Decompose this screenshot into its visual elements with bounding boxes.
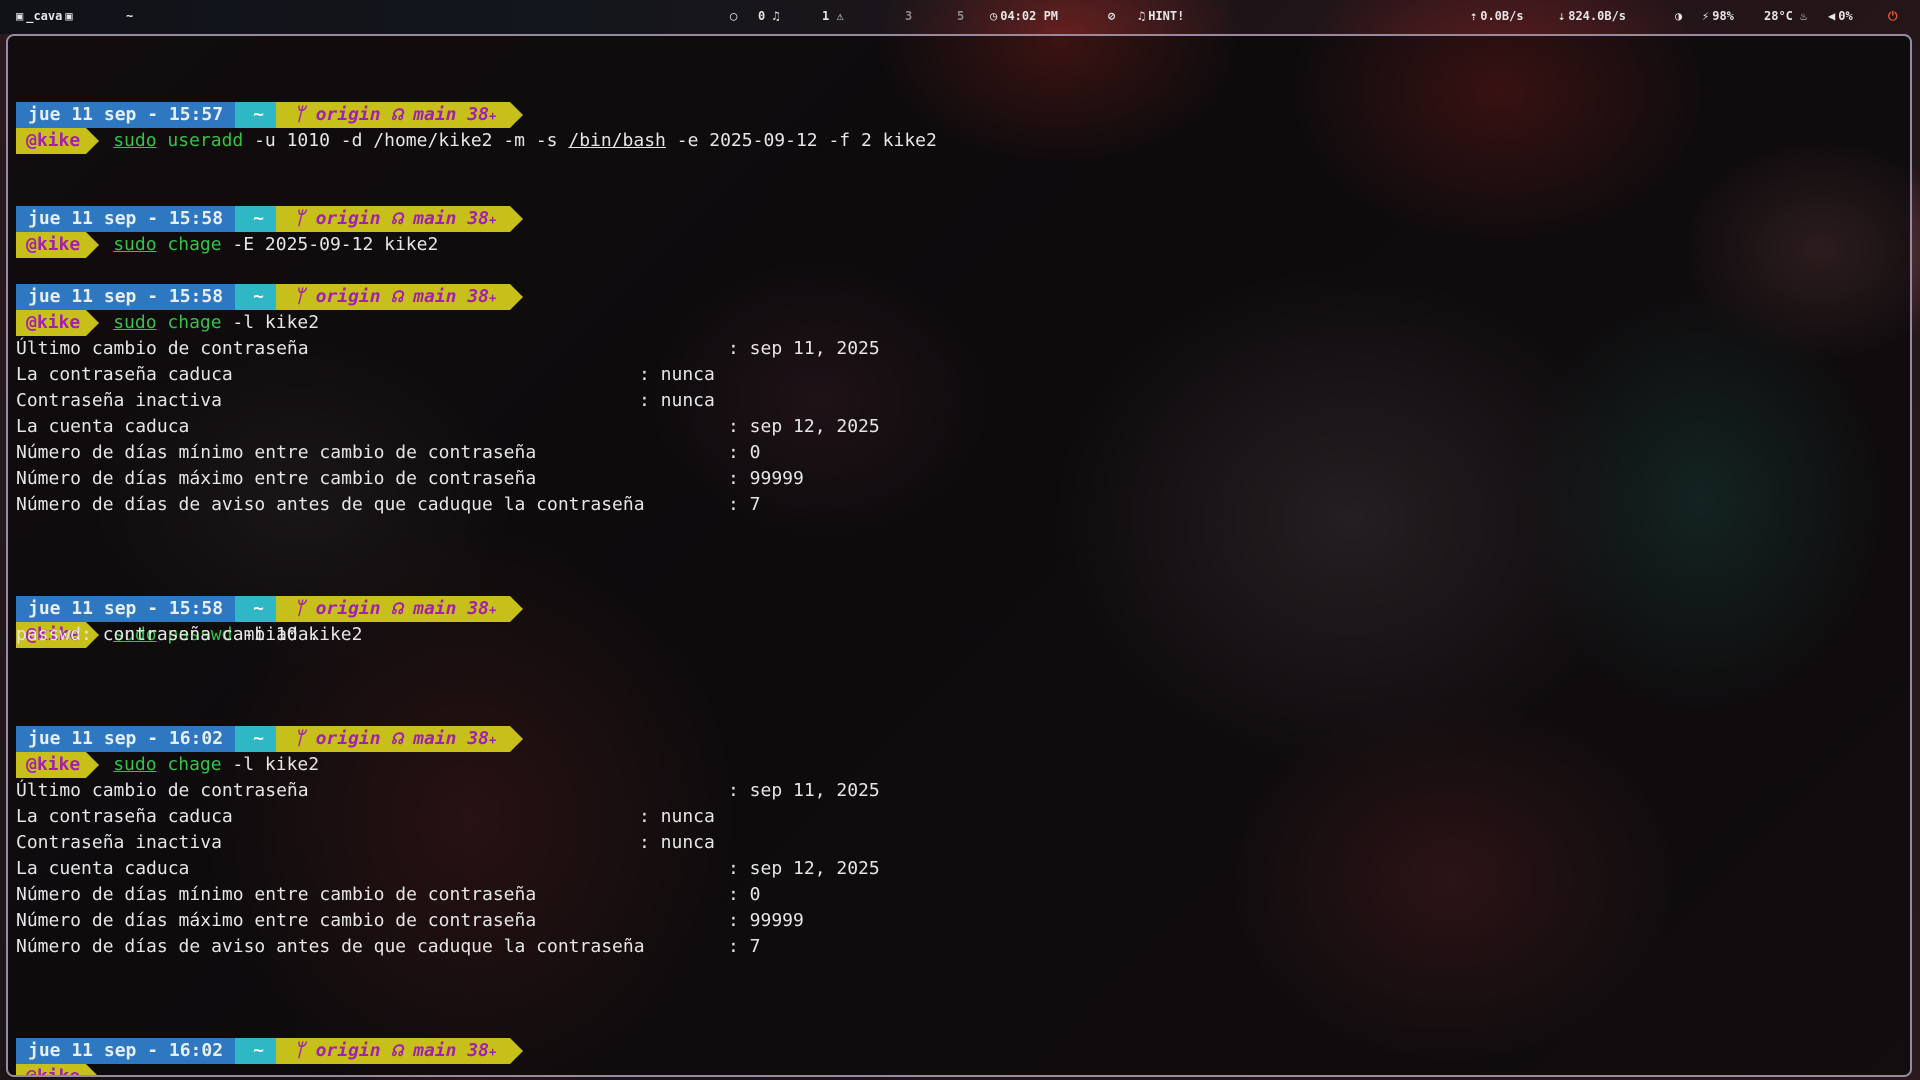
window-icon: ▣ [16,9,24,23]
prompt-user: @kike [16,1064,87,1075]
output-line: Contraseña inactiva: nunca [16,390,715,411]
clock[interactable]: ◷ 04:02 PM [990,9,1058,23]
output-line: Último cambio de contraseña: sep 11, 202… [16,780,880,801]
workspace-3[interactable]: 3 [905,9,912,23]
lightning-icon: ⚡ [1702,9,1710,23]
output-line: Número de días mínimo entre cambio de co… [16,884,761,905]
terminal-window[interactable]: jue 11 sep - 15:57 ~ ᛘ origin ☊ main 38+… [6,34,1912,1077]
output-line: Número de días mínimo entre cambio de co… [16,442,761,463]
flame-icon: ♨ [1800,9,1808,23]
output-line: Número de días de aviso antes de que cad… [16,936,761,957]
command-line: @kike sudo chage -l kike2 [16,700,319,778]
github-icon: ☊ [391,598,403,619]
workspace-5[interactable]: 5 [957,9,964,23]
current-directory: ~ [126,9,134,23]
volume-indicator[interactable]: ◀ 0% [1828,9,1853,23]
drop-icon: ◯ [730,9,738,23]
bell-icon: ♫ [772,9,780,23]
git-branch-icon: ᛘ [293,1040,305,1061]
command-line: @kike sudo chage -E 2025-09-12 kike2 [16,180,438,258]
prompt-line: jue 11 sep - 16:02 ~ ᛘ origin ☊ main 38+ [16,674,524,752]
status-bar: ▣ _cava ▣ ~ ◯ 0 ♫ 1 ⚠ 3 5 ◷ 04:02 PM ⊘ ♫ HIN… [0,0,1920,34]
passwd-output: passwd: contraseña cambiada. [16,624,320,645]
bell-icon: ♫ [1138,9,1146,23]
prompt-line: jue 11 sep - 15:58 ~ ᛘ origin ☊ main 38+ [16,544,524,622]
eye-off-icon[interactable]: ⊘ [1108,9,1115,23]
prompt-line: jue 11 sep - 15:58 ~ ᛘ origin ☊ main 38+ [16,232,524,310]
window-icon: ▣ [65,9,73,23]
output-line: Contraseña inactiva: nunca [16,832,715,853]
github-icon: ☊ [391,1040,403,1061]
output-line: Último cambio de contraseña: sep 11, 202… [16,338,880,359]
active-window[interactable]: ▣ _cava ▣ [16,9,76,23]
upload-icon: ⇡ [1470,9,1478,23]
prompt-line: jue 11 sep - 15:58 ~ ᛘ origin ☊ main 38+ [16,154,524,232]
command-line: @kike sudo useradd -u 1010 -d /home/kike2… [16,76,937,154]
network-upload: ⇡ 0.0B/s [1470,9,1524,23]
speaker-icon: ◀ [1828,9,1836,23]
warning-icon: ⚠ [836,9,844,23]
prompt-line: jue 11 sep - 16:02 ~ ᛘ origin ☊ main 38+ [16,986,524,1064]
prompt-directory: ~ [235,1038,276,1064]
workspace-0[interactable]: 0 ♫ [758,9,780,23]
github-icon: ☊ [391,728,403,749]
prompt-user: @kike [16,752,87,778]
battery-indicator: ⚡ 98% [1702,9,1734,23]
github-icon: ☊ [391,286,403,307]
brightness-icon[interactable]: ◑ [1675,9,1682,23]
clock-icon: ◷ [990,9,998,23]
command-line[interactable]: @kike [16,1012,100,1075]
prompt-user: @kike [16,310,87,336]
output-line: La contraseña caduca: nunca [16,806,715,827]
output-line: La contraseña caduca: nunca [16,364,715,385]
command-line: @kike sudo passwd -i 10 kike2 [16,570,362,648]
network-download: ⇣ 824.0B/s [1558,9,1627,23]
prompt-line: jue 11 sep - 15:57 ~ ᛘ origin ☊ main 38+ [16,50,524,128]
temperature-indicator: 28°C ♨ [1764,9,1808,23]
output-line: La cuenta caduca: sep 12, 2025 [16,858,880,879]
command-line: @kike sudo chage -l kike2 [16,258,319,336]
workspace-1[interactable]: 1 ⚠ [822,9,844,23]
download-icon: ⇣ [1558,9,1566,23]
output-line: Número de días de aviso antes de que cad… [16,494,761,515]
output-line: Número de días máximo entre cambio de co… [16,910,804,931]
prompt-git: ᛘ origin ☊ main 38+ [275,1038,511,1064]
prompt-user: @kike [16,128,87,154]
output-line: Número de días máximo entre cambio de co… [16,468,804,489]
power-icon[interactable]: ⏻ [1888,9,1898,24]
output-line: La cuenta caduca: sep 12, 2025 [16,416,880,437]
hint-notification[interactable]: ♫ HINT! [1138,9,1184,23]
